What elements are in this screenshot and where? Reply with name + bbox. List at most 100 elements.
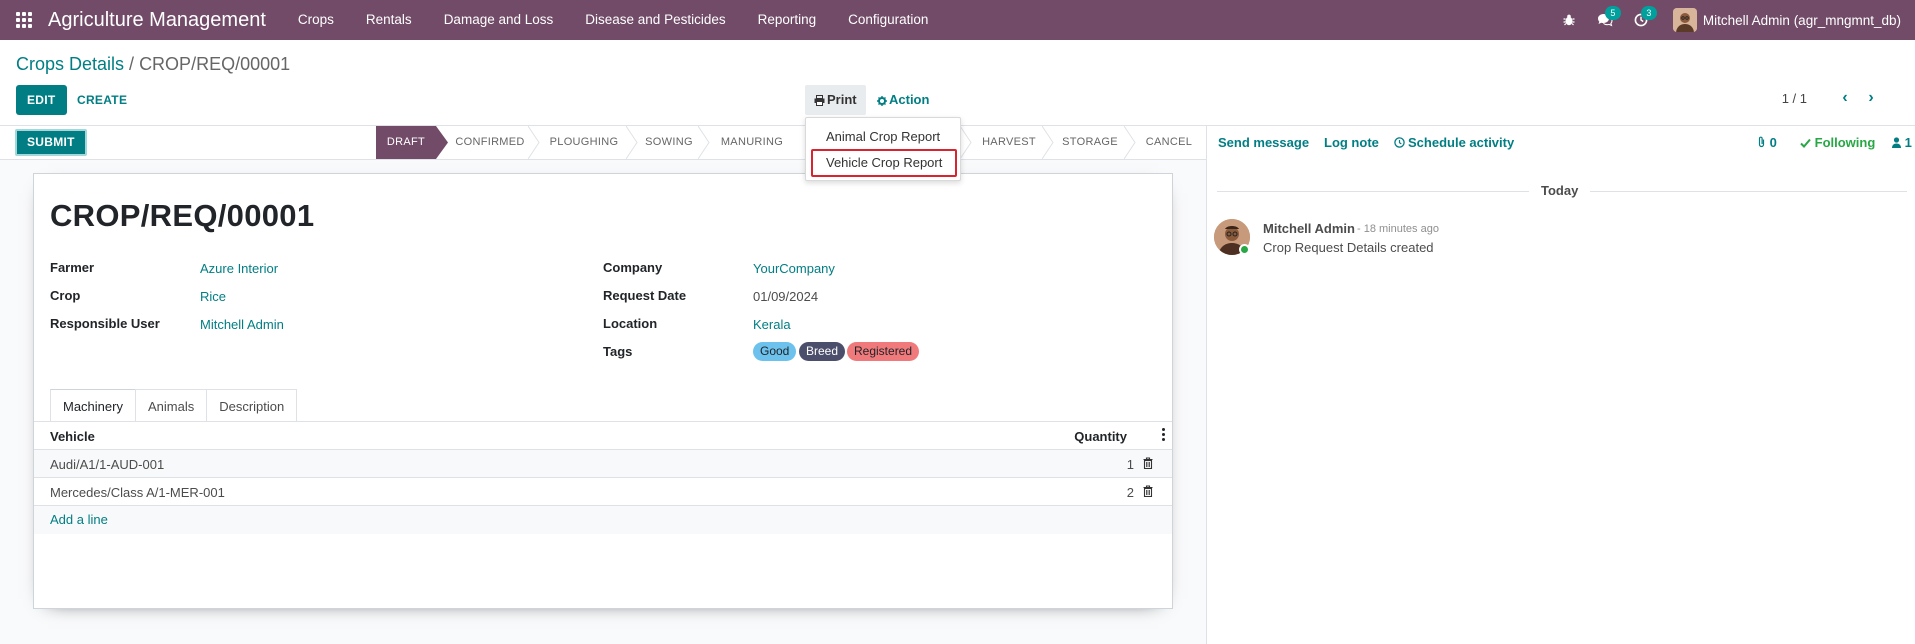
stage-arrow: [960, 126, 972, 159]
breadcrumb-current: CROP/REQ/00001: [139, 54, 291, 74]
stage-draft[interactable]: DRAFT: [376, 126, 436, 159]
pager-previous-icon[interactable]: ‹: [1835, 87, 1855, 109]
systray: 5 3 Mitchell Admin (agr_mngmnt_db): [1551, 0, 1915, 40]
menu-item-damage-and-loss[interactable]: Damage and Loss: [428, 0, 570, 40]
table-row[interactable]: Audi/A1/1-AUD-001 1: [34, 450, 1172, 478]
stage-ploughing[interactable]: PLOUGHING: [540, 126, 628, 159]
stage-arrow: [1042, 126, 1054, 159]
action-button[interactable]: Action: [868, 85, 938, 115]
field-label-request-date: Request Date: [603, 288, 687, 303]
messages-badge: 5: [1604, 6, 1621, 20]
tab-machinery[interactable]: Machinery: [50, 389, 136, 422]
column-header-quantity[interactable]: Quantity: [1074, 429, 1127, 444]
date-label: Today: [1529, 183, 1591, 198]
message-body: Crop Request Details created: [1263, 240, 1434, 255]
print-button[interactable]: Print: [805, 85, 866, 115]
menu-item-crops[interactable]: Crops: [282, 0, 350, 40]
pager-value[interactable]: 1 / 1: [1782, 91, 1807, 106]
field-label-company: Company: [603, 260, 663, 275]
schedule-activity-button[interactable]: Schedule activity: [1394, 135, 1514, 150]
clock-icon: [1394, 137, 1405, 148]
chatter-panel: Send message Log note Schedule activity …: [1206, 126, 1915, 644]
user-avatar: [1672, 8, 1697, 32]
tab-animals[interactable]: Animals: [134, 389, 208, 422]
optional-columns-icon[interactable]: [1159, 428, 1167, 441]
app-title[interactable]: Agriculture Management: [48, 9, 266, 32]
tag-registered: Registered: [847, 342, 920, 361]
control-panel: Crops Details / CROP/REQ/00001 EDIT CREA…: [0, 40, 1915, 126]
menu-item-configuration[interactable]: Configuration: [832, 0, 944, 40]
submit-button[interactable]: SUBMIT: [15, 129, 87, 156]
stage-arrow: [528, 126, 540, 159]
field-value-company[interactable]: YourCompany: [753, 261, 835, 276]
tab-description[interactable]: Description: [206, 389, 298, 422]
send-message-button[interactable]: Send message: [1218, 135, 1309, 150]
field-label-responsible-user: Responsible User: [50, 316, 160, 331]
field-value-request-date: 01/09/2024: [753, 289, 819, 304]
field-value-farmer[interactable]: Azure Interior: [200, 261, 278, 276]
record-title: CROP/REQ/00001: [50, 198, 315, 233]
action-label: Action: [889, 92, 930, 107]
menu-item-animal-crop-report[interactable]: Animal Crop Report: [826, 129, 940, 144]
cell-quantity: 2: [1126, 485, 1134, 500]
breadcrumb-separator: /: [124, 54, 140, 74]
paperclip-icon: [1757, 136, 1766, 148]
followers-count: 1: [1904, 135, 1912, 150]
following-label: Following: [1814, 135, 1876, 150]
field-label-crop: Crop: [50, 288, 81, 303]
followers-button[interactable]: 1: [1892, 135, 1912, 150]
stage-cancel[interactable]: CANCEL: [1136, 126, 1202, 159]
stage-storage[interactable]: STORAGE: [1054, 126, 1126, 159]
table-header: Vehicle Quantity: [34, 422, 1172, 450]
tag-breed: Breed: [799, 342, 846, 361]
add-a-line-link[interactable]: Add a line: [50, 512, 108, 527]
trash-icon[interactable]: [1143, 485, 1153, 497]
menu-item-reporting[interactable]: Reporting: [742, 0, 833, 40]
stage-sowing[interactable]: SOWING: [638, 126, 700, 159]
attachments-count: 0: [1769, 135, 1777, 150]
menu-item-vehicle-crop-report[interactable]: Vehicle Crop Report: [826, 155, 942, 170]
attachments-button[interactable]: 0: [1757, 135, 1777, 150]
print-label: Print: [827, 92, 857, 107]
field-value-crop[interactable]: Rice: [200, 289, 226, 304]
log-note-button[interactable]: Log note: [1324, 135, 1379, 150]
form-sheet: CROP/REQ/00001 Farmer Azure Interior Cro…: [33, 173, 1173, 609]
apps-menu-icon[interactable]: [0, 0, 48, 40]
top-navbar: Agriculture Management Crops Rentals Dam…: [0, 0, 1915, 40]
create-button[interactable]: CREATE: [68, 85, 136, 115]
user-menu[interactable]: Mitchell Admin (agr_mngmnt_db): [1672, 8, 1901, 32]
stage-harvest[interactable]: HARVEST: [974, 126, 1044, 159]
following-button[interactable]: Following: [1800, 135, 1875, 150]
message-time: - 18 minutes ago: [1357, 223, 1439, 235]
field-label-farmer: Farmer: [50, 260, 95, 275]
field-value-location[interactable]: Kerala: [753, 317, 791, 332]
field-value-responsible-user[interactable]: Mitchell Admin: [200, 317, 284, 332]
main-menu: Crops Rentals Damage and Loss Disease an…: [282, 0, 945, 40]
debug-bug-icon[interactable]: [1551, 0, 1587, 40]
schedule-activity-label: Schedule activity: [1408, 135, 1515, 150]
notebook-tabs: Machinery Animals Description: [50, 389, 298, 422]
field-label-tags: Tags: [603, 344, 633, 359]
stage-confirmed[interactable]: CONFIRMED: [448, 126, 532, 159]
table-row[interactable]: Mercedes/Class A/1-MER-001 2: [34, 478, 1172, 506]
activities-clock-icon[interactable]: 3: [1623, 0, 1659, 40]
stage-arrow: [698, 126, 710, 159]
messages-icon[interactable]: 5: [1587, 0, 1623, 40]
message-author[interactable]: Mitchell Admin: [1263, 221, 1355, 236]
status-bar: SUBMIT DRAFT CONFIRMED PLOUGHING SOWING …: [0, 126, 1206, 160]
edit-button[interactable]: EDIT: [16, 85, 67, 115]
stage-manuring[interactable]: MANURING: [710, 126, 794, 159]
menu-item-rentals[interactable]: Rentals: [350, 0, 428, 40]
add-line-row: [34, 506, 1172, 534]
menu-item-disease-and-pesticides[interactable]: Disease and Pesticides: [569, 0, 741, 40]
column-header-vehicle[interactable]: Vehicle: [50, 429, 95, 444]
user-name: Mitchell Admin (agr_mngmnt_db): [1702, 12, 1901, 28]
trash-icon[interactable]: [1143, 457, 1153, 469]
online-status-dot: [1239, 244, 1250, 255]
print-dropdown-menu: Animal Crop Report Vehicle Crop Report: [805, 117, 961, 181]
breadcrumb-parent-link[interactable]: Crops Details: [16, 54, 124, 74]
check-icon: [1800, 138, 1811, 148]
pager-next-icon[interactable]: ›: [1861, 87, 1881, 109]
stage-arrow: [626, 126, 638, 159]
stage-arrow-active: [436, 126, 448, 159]
